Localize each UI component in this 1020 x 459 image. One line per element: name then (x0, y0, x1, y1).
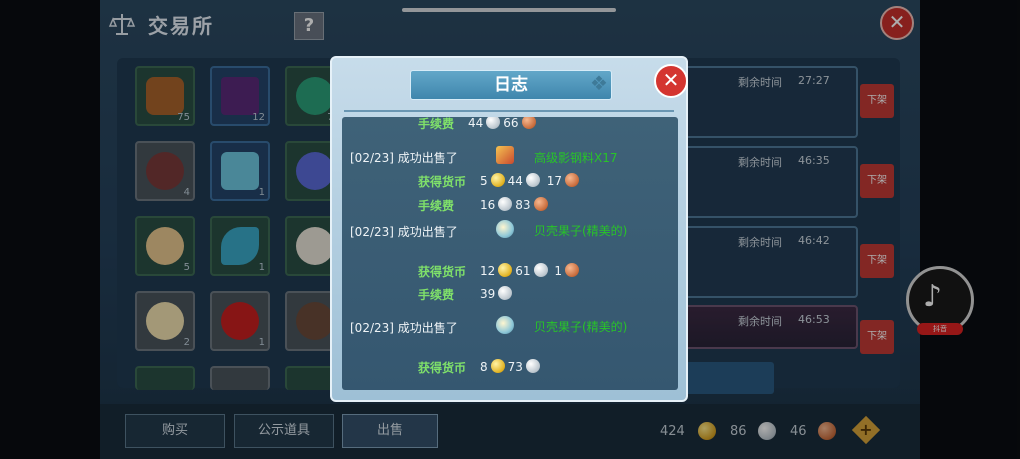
silver-coin-icon (498, 286, 513, 300)
silver-coin-icon (498, 197, 513, 211)
silver-coin-icon (533, 263, 548, 277)
modal-title: 日志 (410, 70, 612, 100)
game-screen: 交易所 ? ✕ 75 12 77 4 1 6 5 1 2 1 剩余时间 27:2… (0, 0, 1020, 459)
silver-coin-icon (525, 359, 540, 373)
item-box-icon (496, 146, 514, 164)
silver-coin-icon (486, 117, 501, 129)
copper-coin-icon (533, 197, 548, 211)
close-log-button[interactable]: ✕ (654, 64, 688, 98)
copper-coin-icon (565, 263, 580, 277)
item-shell-icon (496, 220, 514, 238)
silver-coin-icon (525, 173, 540, 187)
modal-header: ❖ 日志 ❖ (344, 68, 674, 100)
gold-coin-icon (490, 359, 505, 373)
divider (344, 110, 674, 112)
log-modal: ❖ 日志 ❖ ✕ 手续费 4466 [02/23] 成功出售了 高级影钢料X17… (330, 56, 688, 402)
copper-coin-icon (521, 117, 536, 129)
copper-coin-icon (565, 173, 580, 187)
item-shell-icon (496, 316, 514, 334)
gold-coin-icon (498, 263, 513, 277)
ornament-right-icon: ❖ (590, 71, 608, 95)
log-scroll-area[interactable]: 手续费 44 66 [02/23] 成功出售了 高级影钢料X17 获得货币 5 44… (342, 117, 678, 390)
gold-coin-icon (490, 173, 505, 187)
